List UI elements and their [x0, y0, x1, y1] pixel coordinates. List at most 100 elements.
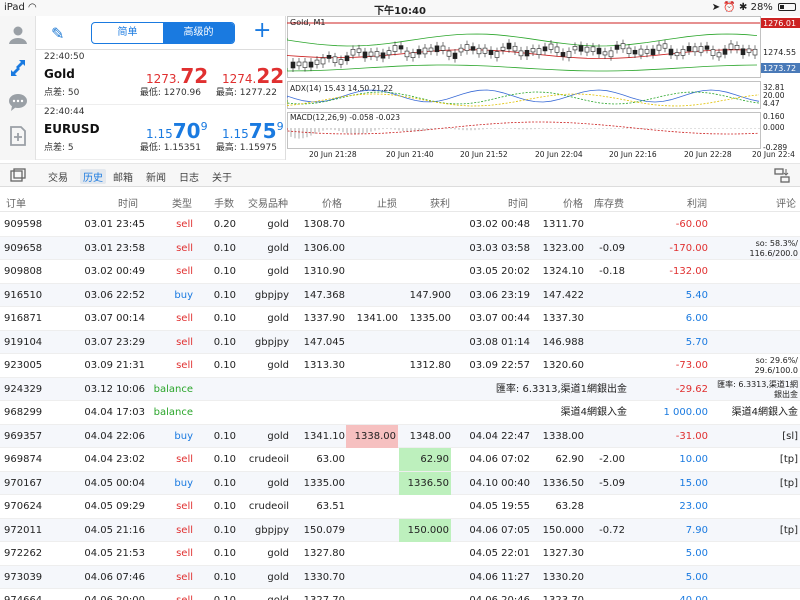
cell-symbol: gold	[267, 266, 289, 277]
table-row[interactable]: 909808 03.02 00:49 sell 0.10 gold 1310.90 03.0…	[0, 260, 800, 284]
candle-body	[320, 57, 326, 65]
candle-body	[380, 52, 386, 59]
col-swap[interactable]: 库存费	[594, 195, 624, 210]
table-row[interactable]: 973039 04.06 07:46 sell 0.10 gold 1330.70 04.0…	[0, 565, 800, 589]
candle-body	[626, 47, 632, 54]
col-comment[interactable]: 评论	[776, 195, 796, 210]
table-row[interactable]: 970167 04.05 00:04 buy 0.10 gold 1335.00 1336.…	[0, 471, 800, 495]
col-close-price[interactable]: 价格	[563, 195, 583, 210]
bid-price-small: 1273.	[146, 72, 181, 86]
cell-price: 63.51	[316, 501, 345, 512]
candle-body	[698, 46, 704, 53]
cell-type: buy	[174, 477, 193, 489]
bluetooth-icon: ✱	[739, 2, 748, 13]
col-price[interactable]: 价格	[322, 195, 342, 210]
cell-type: balance	[153, 383, 193, 395]
cell-type: sell	[176, 242, 193, 254]
tab-5[interactable]: 关于	[212, 169, 232, 184]
candle-body	[494, 51, 500, 58]
cell-swap	[585, 589, 625, 600]
col-order[interactable]: 订单	[6, 195, 26, 210]
table-row[interactable]: 909658 03.01 23:58 sell 0.10 gold 1306.00 03.0…	[0, 236, 800, 260]
cell-type: balance	[153, 407, 193, 418]
candle-body	[638, 48, 644, 56]
col-close-time[interactable]: 时间	[508, 195, 528, 210]
cell-tp	[399, 401, 451, 424]
cell-price2: 1337.30	[542, 313, 584, 324]
quote-time: 22:40:50	[44, 52, 85, 62]
tab-0[interactable]: 交易	[48, 169, 68, 184]
table-row[interactable]: 916871 03.07 00:14 sell 0.10 gold 1337.90 1341…	[0, 307, 800, 331]
new-document-icon[interactable]	[8, 126, 28, 146]
table-row[interactable]: 97466404.06 20:00sell0.10gold1327.7004.0…	[0, 589, 800, 600]
time-tick: 20 Jun 22:28	[684, 150, 732, 159]
chart-canvas[interactable]: Gold, M1 1276.01 1274.55 1273.72 ADX(14) 15.…	[287, 16, 800, 160]
cell-time2: 04.06 07:05	[469, 524, 530, 536]
candle-body	[596, 47, 602, 55]
quote-symbol: EURUSD	[44, 122, 100, 136]
cell-sl	[346, 378, 398, 401]
table-row[interactable]: 916510 03.06 22:52 buy 0.10 gbpjpy 147.368 147…	[0, 283, 800, 307]
table-row[interactable]: 969357 04.04 22:06 buy 0.10 gold 1341.10 1338.…	[0, 424, 800, 448]
cell-profit: 5.00	[685, 548, 708, 559]
cell-time: 04.04 17:03	[84, 407, 145, 418]
history-table-header: 订单 时间 类型 手数 交易品种 价格 止损 获利 时间 价格 库存费 利润 评…	[0, 190, 800, 212]
table-row[interactable]: 970624 04.05 09:29 sell 0.10 crudeoil 63.51 04…	[0, 495, 800, 519]
cell-price: 1327.70	[294, 589, 345, 600]
candle-body	[332, 56, 338, 63]
tab-1[interactable]: 历史	[80, 169, 106, 184]
tab-2[interactable]: 邮箱	[113, 169, 133, 184]
cell-price: 1335.00	[303, 477, 345, 489]
cell-profit: -73.00	[675, 360, 708, 371]
table-row[interactable]: 919104 03.07 23:29 sell 0.10 gbpjpy 147.045 03…	[0, 330, 800, 354]
cell-price2: 1327.30	[542, 548, 584, 559]
table-row[interactable]: 969874 04.04 23:02 sell 0.10 crudeoil 63.00 62…	[0, 448, 800, 472]
mode-simple-button[interactable]: 简单	[92, 23, 163, 43]
price-chart[interactable]: Gold, M1 1276.01 1274.55 1273.72 ADX(14) 15.…	[287, 16, 800, 160]
candle-body	[602, 51, 608, 56]
col-profit[interactable]: 利润	[687, 195, 707, 210]
tab-3[interactable]: 新闻	[146, 169, 166, 184]
layout-icon[interactable]	[10, 168, 26, 182]
mode-advanced-button[interactable]: 高级的	[163, 23, 234, 43]
table-row[interactable]: 972262 04.05 21:53 sell 0.10 gold 1327.80 04.0…	[0, 542, 800, 566]
cell-swap	[585, 331, 625, 354]
col-tp[interactable]: 获利	[430, 195, 450, 210]
table-row[interactable]: 924329 03.12 10:06 balance 匯率: 6.3313,渠道1網銀…	[0, 377, 800, 401]
candle-body	[290, 61, 296, 69]
cell-comment: [tp]	[779, 477, 798, 489]
col-sl[interactable]: 止损	[377, 195, 397, 210]
cell-swap: -5.09	[599, 477, 625, 489]
cell-time: 04.04 22:06	[84, 430, 145, 442]
cell-swap	[585, 307, 625, 330]
col-time[interactable]: 时间	[118, 195, 138, 210]
candle-body	[356, 48, 362, 53]
bid-price-small: 1.15	[146, 127, 173, 141]
edit-icon[interactable]: ✎	[51, 24, 64, 43]
table-row[interactable]: 923005 03.09 21:31 sell 0.10 gold 1313.30 1312…	[0, 354, 800, 378]
table-row[interactable]: 968299 04.04 17:03 balance 渠道4網銀入金 1 000.00 渠…	[0, 401, 800, 425]
quote-row[interactable]: 22:40:44 EURUSD 点差: 5 1.15709 1.15759 最低: 1.1…	[36, 105, 285, 160]
cell-time: 04.06 20:00	[70, 589, 145, 600]
quotes-arrows-icon[interactable]	[8, 58, 28, 78]
col-symbol[interactable]: 交易品种	[248, 195, 288, 210]
cell-profit: 1 000.00	[663, 407, 708, 418]
col-lots[interactable]: 手数	[214, 195, 234, 210]
tab-4[interactable]: 日志	[179, 169, 199, 184]
candle-body	[422, 47, 428, 55]
cell-price2: 150.000	[542, 524, 584, 536]
time-tick: 20 Jun 21:52	[460, 150, 508, 159]
cell-lots: 0.10	[213, 430, 236, 442]
cell-profit: -60.00	[675, 219, 708, 230]
candle-body	[452, 52, 458, 59]
account-icon[interactable]	[8, 24, 28, 44]
quote-row[interactable]: 22:40:50 Gold 点差: 50 1273.72 1274.22 最低: 1270…	[36, 50, 285, 105]
add-symbol-icon[interactable]: +	[253, 18, 271, 43]
battery-icon	[778, 3, 796, 11]
table-row[interactable]: 909598 03.01 23:45 sell 0.20 gold 1308.70 03.0…	[0, 213, 800, 237]
chat-icon[interactable]	[8, 92, 28, 112]
cell-swap: -0.18	[599, 266, 625, 277]
table-row[interactable]: 972011 04.05 21:16 sell 0.10 gbpjpy 150.079 15…	[0, 518, 800, 542]
col-type[interactable]: 类型	[172, 195, 192, 210]
sort-icon[interactable]	[774, 168, 790, 183]
